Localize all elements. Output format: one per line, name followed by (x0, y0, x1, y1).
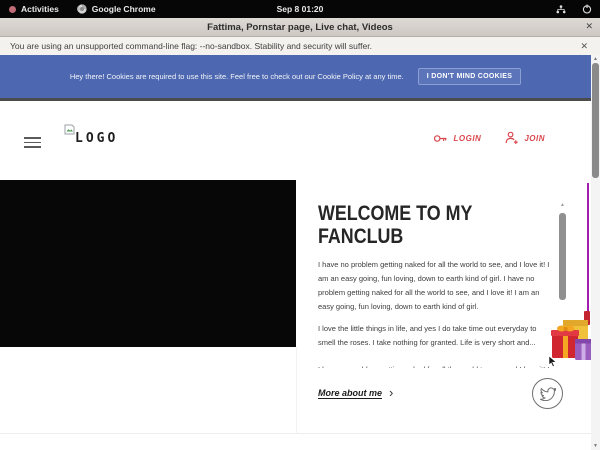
cookie-accept-button[interactable]: I DON'T MIND COOKIES (418, 68, 521, 85)
page-content: Hey there! Cookies are required to use t… (0, 55, 600, 450)
network-icon[interactable] (548, 5, 574, 14)
bio-scrollbar-thumb[interactable] (559, 213, 566, 300)
app-menu-label: Google Chrome (92, 4, 156, 14)
site-logo[interactable]: LOGO (64, 124, 118, 146)
mouse-cursor (548, 356, 557, 367)
hero-section: WELCOME TO MY FANCLUB I have no problem … (0, 180, 600, 434)
window-title: Fattima, Pornstar page, Live chat, Video… (207, 22, 393, 33)
scroll-up-icon[interactable]: ▲ (591, 56, 600, 62)
screen: Activities Google Chrome Sep 8 01:20 (0, 0, 600, 450)
app-menu-chrome[interactable]: Google Chrome (68, 0, 165, 18)
clock[interactable]: Sep 8 01:20 (277, 4, 324, 14)
bio-scrollbar: ▲ (558, 202, 567, 302)
chevron-right-icon: › (389, 388, 393, 398)
bio-panel: WELCOME TO MY FANCLUB I have no problem … (318, 202, 554, 398)
gift-ribbon-line (587, 183, 589, 313)
profile-media-player[interactable] (0, 180, 296, 347)
recording-indicator-icon (9, 6, 16, 13)
key-icon (433, 132, 448, 145)
cookie-banner: Hey there! Cookies are required to use t… (0, 55, 591, 98)
activities-label: Activities (21, 4, 59, 14)
join-label: JOIN (524, 134, 545, 143)
login-label: LOGIN (453, 134, 481, 143)
more-about-me-label: More about me (318, 388, 382, 398)
cookie-message: Hey there! Cookies are required to use t… (70, 72, 404, 81)
infobar-message: You are using an unsupported command-lin… (10, 41, 372, 51)
logo-text: LOGO (75, 131, 118, 146)
infobar-close-button[interactable]: ✕ (580, 41, 588, 52)
broken-image-icon (64, 124, 75, 135)
join-button[interactable]: JOIN (505, 131, 545, 145)
login-button[interactable]: LOGIN (433, 132, 481, 145)
site-header: LOGO LOGIN JOIN (0, 101, 591, 180)
bio-scroll-up-icon[interactable]: ▲ (558, 202, 567, 208)
window-close-button[interactable]: ✕ (585, 21, 593, 32)
person-plus-icon (505, 131, 519, 145)
bio-paragraph: I love the little things in life, and ye… (318, 322, 554, 350)
scroll-down-icon[interactable]: ▼ (591, 443, 600, 449)
power-icon[interactable] (574, 4, 600, 14)
chrome-infobar: You are using an unsupported command-lin… (0, 37, 600, 55)
column-divider (296, 347, 297, 434)
browser-scrollbar: ▲ ▼ (591, 55, 600, 450)
bio-paragraph: I have no problem getting naked for all … (318, 258, 554, 314)
desktop-top-bar: Activities Google Chrome Sep 8 01:20 (0, 0, 600, 18)
bio-paragraph-clipped: I have no problem getting naked for all … (318, 363, 554, 368)
chrome-icon (77, 4, 87, 14)
more-about-me-link[interactable]: More about me › (318, 388, 554, 398)
twitter-bird-icon (539, 386, 556, 401)
welcome-heading: WELCOME TO MY FANCLUB (318, 202, 497, 248)
activities-button[interactable]: Activities (0, 0, 68, 18)
window-title-bar: Fattima, Pornstar page, Live chat, Video… (0, 18, 600, 37)
twitter-button[interactable] (532, 378, 563, 409)
menu-hamburger-icon[interactable] (24, 137, 41, 151)
browser-scrollbar-thumb[interactable] (592, 63, 599, 178)
